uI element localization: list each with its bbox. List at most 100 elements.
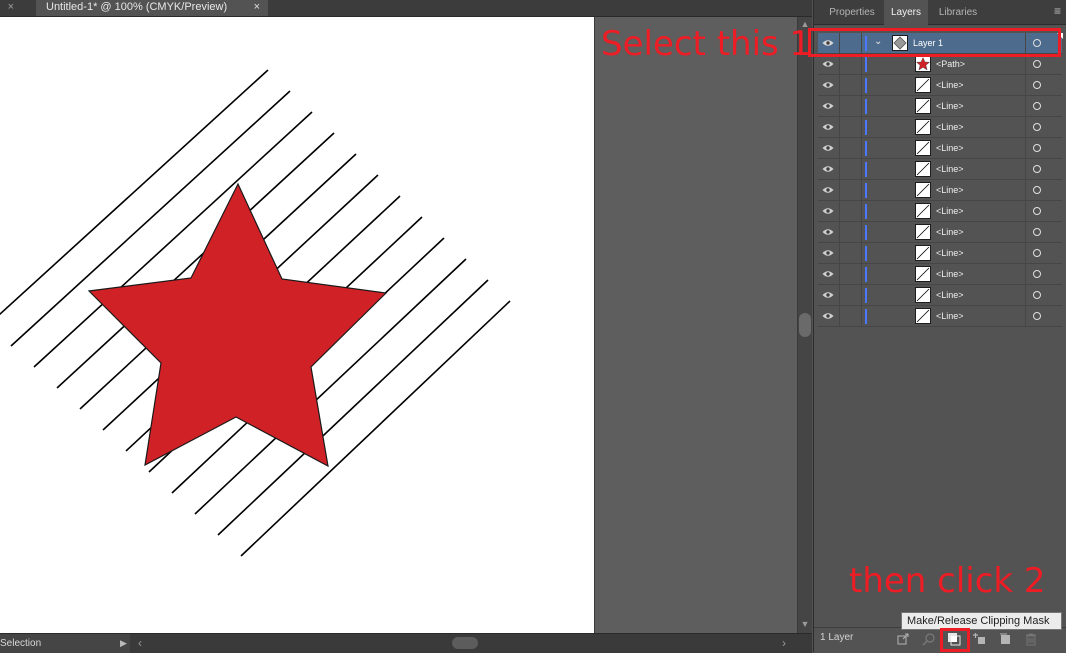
- target-cell[interactable]: [1025, 264, 1063, 285]
- lock-toggle[interactable]: [840, 285, 862, 306]
- target-cell[interactable]: [1025, 117, 1063, 138]
- item-name[interactable]: <Line>: [936, 138, 964, 159]
- layer-row-item[interactable]: <Line>: [818, 201, 1062, 222]
- target-circle-icon[interactable]: [1033, 81, 1041, 89]
- lock-toggle[interactable]: [840, 96, 862, 117]
- item-name[interactable]: <Line>: [936, 117, 964, 138]
- target-circle-icon[interactable]: [1033, 270, 1041, 278]
- layer-row-item[interactable]: <Line>: [818, 222, 1062, 243]
- visibility-toggle[interactable]: [818, 180, 840, 201]
- target-circle-icon[interactable]: [1033, 60, 1041, 68]
- tab-layers[interactable]: Layers: [884, 0, 928, 26]
- target-circle-icon[interactable]: [1033, 102, 1041, 110]
- layer-row-item[interactable]: <Line>: [818, 306, 1062, 327]
- layer-row-item[interactable]: <Line>: [818, 243, 1062, 264]
- target-circle-icon[interactable]: [1033, 207, 1041, 215]
- target-circle-icon[interactable]: [1033, 249, 1041, 257]
- close-icon[interactable]: ×: [254, 0, 260, 14]
- lock-toggle[interactable]: [840, 222, 862, 243]
- visibility-toggle[interactable]: [818, 54, 840, 75]
- lock-toggle[interactable]: [840, 306, 862, 327]
- layer-row-item[interactable]: <Path>: [818, 54, 1062, 75]
- close-icon[interactable]: ×: [8, 0, 14, 14]
- target-cell[interactable]: [1025, 159, 1063, 180]
- item-name[interactable]: <Line>: [936, 264, 964, 285]
- artwork[interactable]: [0, 17, 594, 633]
- layer-row-item[interactable]: <Line>: [818, 138, 1062, 159]
- layer-row-item[interactable]: <Line>: [818, 159, 1062, 180]
- visibility-toggle[interactable]: [818, 138, 840, 159]
- locate-object-icon[interactable]: [922, 632, 936, 646]
- lock-toggle[interactable]: [840, 201, 862, 222]
- lock-toggle[interactable]: [840, 75, 862, 96]
- hamburger-icon[interactable]: ≡: [1054, 5, 1061, 17]
- target-circle-icon[interactable]: [1033, 165, 1041, 173]
- item-name[interactable]: <Line>: [936, 306, 964, 327]
- item-name[interactable]: <Line>: [936, 180, 964, 201]
- visibility-toggle[interactable]: [818, 96, 840, 117]
- layer-row-item[interactable]: <Line>: [818, 117, 1062, 138]
- item-name[interactable]: <Line>: [936, 201, 964, 222]
- target-cell[interactable]: [1025, 138, 1063, 159]
- horizontal-scrollbar[interactable]: ‹ ›: [134, 634, 796, 653]
- visibility-toggle[interactable]: [818, 264, 840, 285]
- visibility-toggle[interactable]: [818, 243, 840, 264]
- target-cell[interactable]: [1025, 201, 1063, 222]
- target-cell[interactable]: [1025, 222, 1063, 243]
- chevron-right-icon[interactable]: ›: [782, 636, 786, 650]
- layer-row-item[interactable]: <Line>: [818, 264, 1062, 285]
- vertical-scrollbar[interactable]: ▲ ▼: [797, 17, 812, 633]
- target-cell[interactable]: [1025, 306, 1063, 327]
- item-name[interactable]: <Line>: [936, 243, 964, 264]
- new-layer-icon[interactable]: [998, 632, 1012, 646]
- star-path[interactable]: [87, 182, 388, 468]
- target-circle-icon[interactable]: [1033, 144, 1041, 152]
- target-circle-icon[interactable]: [1033, 228, 1041, 236]
- lock-toggle[interactable]: [840, 180, 862, 201]
- target-cell[interactable]: [1025, 180, 1063, 201]
- target-cell[interactable]: [1025, 54, 1063, 75]
- target-cell[interactable]: [1025, 96, 1063, 117]
- canvas-area[interactable]: [0, 17, 797, 633]
- item-name[interactable]: <Line>: [936, 222, 964, 243]
- visibility-toggle[interactable]: [818, 75, 840, 96]
- item-name[interactable]: <Line>: [936, 75, 964, 96]
- layer-row-item[interactable]: <Line>: [818, 285, 1062, 306]
- visibility-toggle[interactable]: [818, 201, 840, 222]
- play-icon[interactable]: ▶: [120, 634, 127, 653]
- item-name[interactable]: <Line>: [936, 96, 964, 117]
- lock-toggle[interactable]: [840, 138, 862, 159]
- item-name[interactable]: <Line>: [936, 285, 964, 306]
- tab-libraries[interactable]: Libraries: [932, 0, 984, 25]
- target-circle-icon[interactable]: [1033, 312, 1041, 320]
- visibility-toggle[interactable]: [818, 306, 840, 327]
- lock-toggle[interactable]: [840, 159, 862, 180]
- target-cell[interactable]: [1025, 243, 1063, 264]
- pasteboard[interactable]: [594, 17, 797, 633]
- artboard[interactable]: [0, 17, 594, 633]
- lock-toggle[interactable]: [840, 243, 862, 264]
- target-circle-icon[interactable]: [1033, 123, 1041, 131]
- visibility-toggle[interactable]: [818, 285, 840, 306]
- delete-icon[interactable]: [1024, 632, 1038, 646]
- lock-toggle[interactable]: [840, 264, 862, 285]
- status-tool-selector[interactable]: Selection ▶: [0, 634, 130, 653]
- target-circle-icon[interactable]: [1033, 291, 1041, 299]
- layer-row-item[interactable]: <Line>: [818, 96, 1062, 117]
- lock-toggle[interactable]: [840, 54, 862, 75]
- item-name[interactable]: <Line>: [936, 159, 964, 180]
- chevron-left-icon[interactable]: ‹: [138, 636, 142, 650]
- vertical-scroll-thumb[interactable]: [799, 313, 811, 337]
- tab-active-document[interactable]: Untitled-1* @ 100% (CMYK/Preview) ×: [36, 0, 268, 16]
- new-sublayer-icon[interactable]: [972, 632, 986, 646]
- lock-toggle[interactable]: [840, 117, 862, 138]
- chevron-down-icon[interactable]: ▼: [798, 619, 812, 629]
- horizontal-scroll-thumb[interactable]: [452, 637, 478, 649]
- item-name[interactable]: <Path>: [936, 54, 965, 75]
- tab-previous-document[interactable]: j) ×: [0, 0, 22, 16]
- target-circle-icon[interactable]: [1033, 186, 1041, 194]
- visibility-toggle[interactable]: [818, 222, 840, 243]
- collect-for-export-icon[interactable]: [896, 632, 910, 646]
- layer-row-item[interactable]: <Line>: [818, 75, 1062, 96]
- visibility-toggle[interactable]: [818, 159, 840, 180]
